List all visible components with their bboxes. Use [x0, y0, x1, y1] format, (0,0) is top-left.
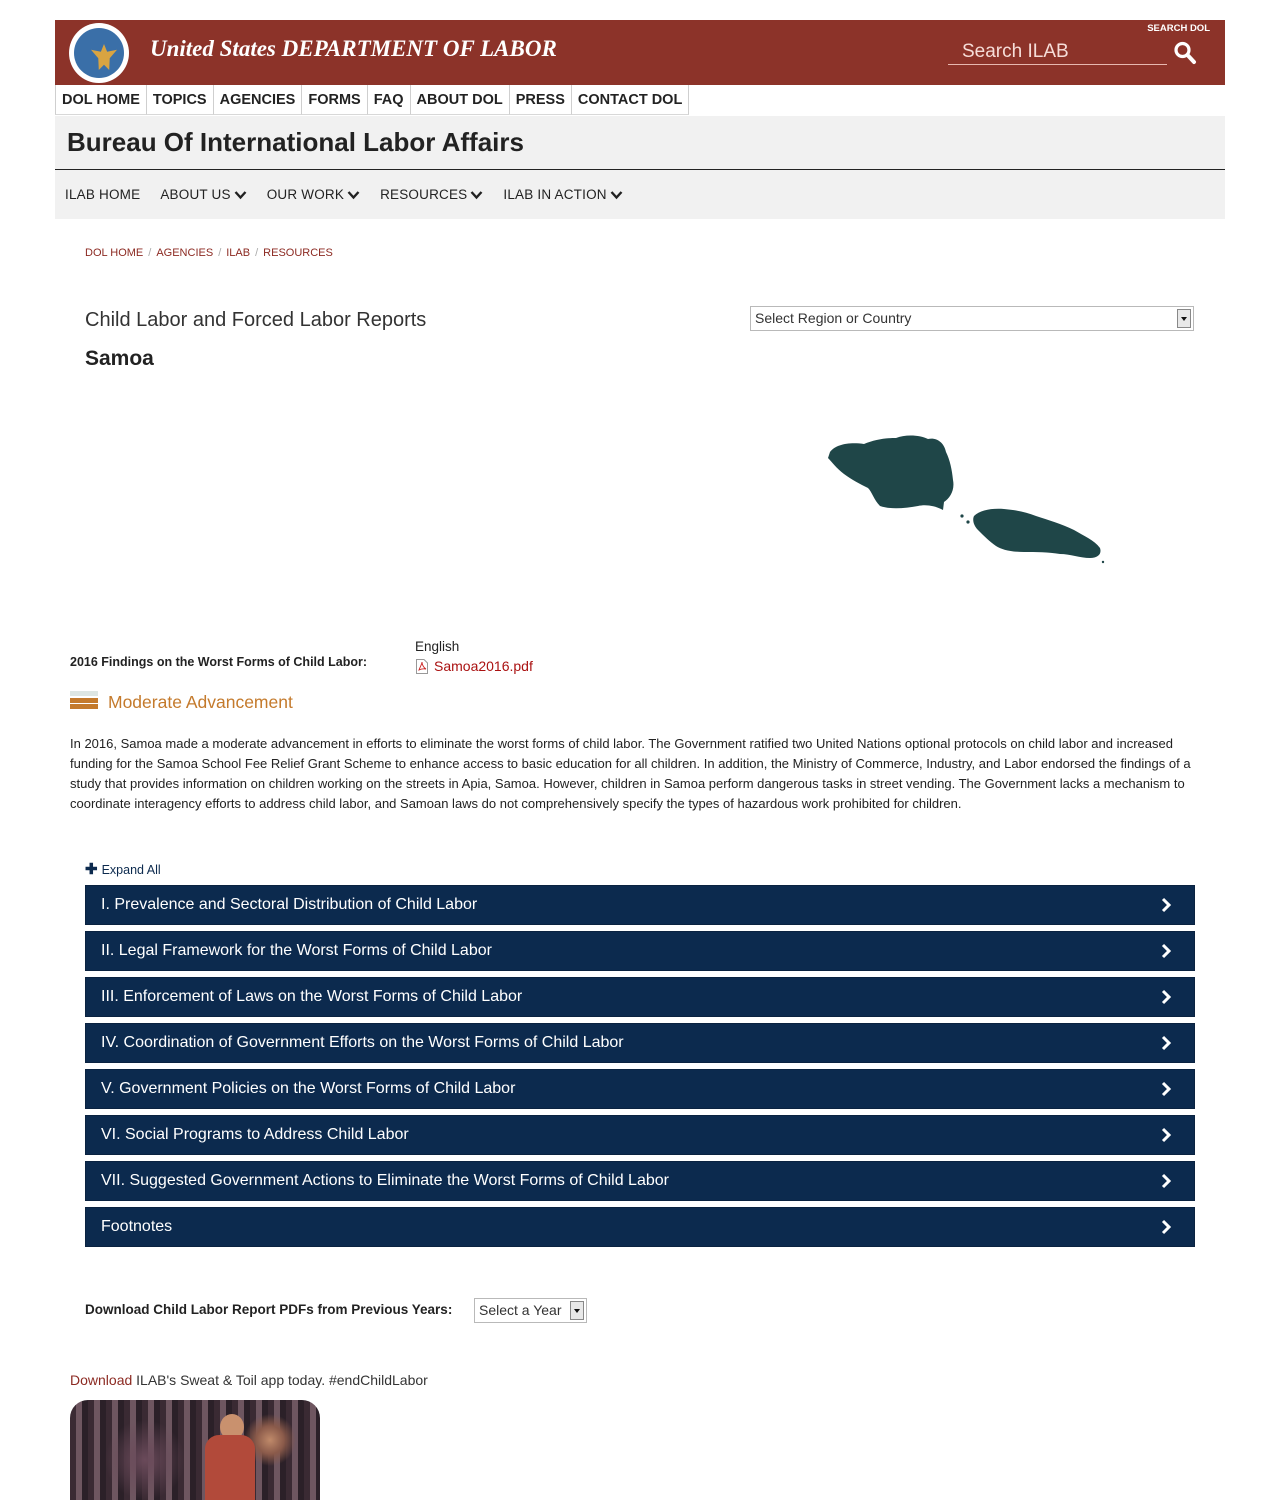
- chevron-right-icon: [1161, 1173, 1172, 1189]
- section-title: IV. Coordination of Government Efforts o…: [101, 1034, 624, 1051]
- region-country-select[interactable]: Select Region or Country: [750, 306, 1194, 331]
- top-nav-press[interactable]: PRESS: [509, 85, 572, 115]
- dol-seal-logo[interactable]: [69, 23, 129, 83]
- seal-inner: [74, 28, 124, 78]
- samoa-map: [828, 435, 1105, 564]
- section-title: Footnotes: [101, 1218, 173, 1235]
- sub-nav-label: ILAB IN ACTION: [503, 187, 607, 202]
- accordion-section-6[interactable]: VI. Social Programs to Address Child Lab…: [85, 1115, 1195, 1155]
- chevron-down-icon: [610, 190, 623, 199]
- bureau-title: Bureau Of International Labor Affairs: [55, 116, 1225, 170]
- eagle-icon: [91, 44, 117, 70]
- site-wrapper: United States DEPARTMENT OF LABOR SEARCH…: [55, 20, 1225, 219]
- sub-nav-label: ILAB HOME: [65, 187, 141, 202]
- plus-icon: ✚: [85, 861, 98, 878]
- accordion-section-4[interactable]: IV. Coordination of Government Efforts o…: [85, 1023, 1195, 1063]
- breadcrumb-dol-home[interactable]: DOL HOME: [85, 247, 143, 259]
- country-name: Samoa: [85, 347, 154, 370]
- chevron-right-icon: [1161, 989, 1172, 1005]
- search-icon: [1174, 41, 1196, 64]
- chevron-down-icon: [471, 190, 483, 199]
- sub-nav-our-work[interactable]: OUR WORK: [267, 187, 360, 202]
- search-button[interactable]: [1173, 40, 1197, 66]
- sub-nav-label: RESOURCES: [380, 187, 468, 202]
- advancement-level-icon: [70, 691, 98, 711]
- previous-years-label: Download Child Labor Report PDFs from Pr…: [85, 1302, 453, 1317]
- top-nav-agencies[interactable]: AGENCIES: [213, 85, 303, 115]
- report-language: English: [415, 639, 460, 654]
- expand-all-label: Expand All: [101, 863, 161, 877]
- chevron-right-icon: [1161, 1035, 1172, 1051]
- page-title: Child Labor and Forced Labor Reports: [85, 309, 427, 331]
- summary-paragraph: In 2016, Samoa made a moderate advanceme…: [70, 736, 1191, 811]
- chevron-right-icon: [1161, 1219, 1172, 1235]
- sub-nav-resources[interactable]: RESOURCES: [380, 187, 483, 202]
- breadcrumb-separator: /: [255, 247, 259, 259]
- child-figure: [205, 1435, 255, 1500]
- sub-nav-ilab-in-action[interactable]: ILAB IN ACTION: [503, 187, 623, 202]
- chevron-down-icon: [234, 190, 247, 199]
- top-nav-topics[interactable]: TOPICS: [146, 85, 214, 115]
- dropdown-arrow-icon: [570, 1301, 584, 1320]
- top-nav: DOL HOME TOPICS AGENCIES FORMS FAQ ABOUT…: [55, 85, 1225, 115]
- section-title: VI. Social Programs to Address Child Lab…: [101, 1126, 409, 1143]
- breadcrumb: DOL HOME / AGENCIES / ILAB / RESOURCES: [85, 247, 333, 259]
- top-nav-forms[interactable]: FORMS: [302, 85, 368, 115]
- chevron-down-icon: [347, 190, 360, 199]
- agency-name[interactable]: United States DEPARTMENT OF LABOR: [150, 36, 557, 62]
- top-nav-faq[interactable]: FAQ: [367, 85, 411, 115]
- breadcrumb-agencies[interactable]: AGENCIES: [156, 247, 213, 259]
- top-nav-about-dol[interactable]: ABOUT DOL: [410, 85, 510, 115]
- dropdown-arrow-icon: [1177, 309, 1191, 328]
- section-title: V. Government Policies on the Worst Form…: [101, 1080, 516, 1097]
- assessment-label: Moderate Advancement: [108, 692, 293, 712]
- app-promo-text: ILAB's Sweat & Toil app today. #endChild…: [132, 1372, 428, 1388]
- breadcrumb-ilab[interactable]: ILAB: [226, 247, 250, 259]
- app-promo: Download ILAB's Sweat & Toil app today. …: [70, 1372, 428, 1388]
- region-select-value: Select Region or Country: [755, 310, 912, 326]
- chevron-right-icon: [1161, 1127, 1172, 1143]
- section-title: III. Enforcement of Laws on the Worst Fo…: [101, 988, 523, 1005]
- accordion-section-7[interactable]: VII. Suggested Government Actions to Eli…: [85, 1161, 1195, 1201]
- sub-nav-ilab-home[interactable]: ILAB HOME: [65, 187, 140, 202]
- site-header: United States DEPARTMENT OF LABOR SEARCH…: [55, 20, 1225, 85]
- accordion-section-2[interactable]: II. Legal Framework for the Worst Forms …: [85, 931, 1195, 971]
- section-title: VII. Suggested Government Actions to Eli…: [101, 1172, 669, 1189]
- breadcrumb-separator: /: [218, 247, 222, 259]
- search-dol-label[interactable]: SEARCH DOL: [1147, 23, 1210, 34]
- upolu-island: [973, 508, 1101, 558]
- breadcrumb-separator: /: [148, 247, 152, 259]
- year-select-value: Select a Year: [479, 1302, 562, 1318]
- chevron-right-icon: [1161, 897, 1172, 913]
- chevron-right-icon: [1161, 943, 1172, 959]
- pdf-icon: [416, 658, 428, 674]
- pdf-file-name: Samoa2016.pdf: [434, 658, 533, 674]
- sub-nav-label: ABOUT US: [160, 187, 231, 202]
- accordion-section-3[interactable]: III. Enforcement of Laws on the Worst Fo…: [85, 977, 1195, 1017]
- accordion-section-5[interactable]: V. Government Policies on the Worst Form…: [85, 1069, 1195, 1109]
- year-select[interactable]: Select a Year: [474, 1298, 587, 1323]
- savaii-island: [828, 435, 954, 510]
- sub-nav-label: OUR WORK: [266, 187, 345, 202]
- accordion-section-1[interactable]: I. Prevalence and Sectoral Distribution …: [85, 885, 1195, 925]
- search-input[interactable]: [948, 40, 1167, 65]
- top-nav-dol-home[interactable]: DOL HOME: [55, 85, 147, 115]
- sweat-and-toil-app-image[interactable]: [70, 1400, 320, 1500]
- pdf-download-link[interactable]: Samoa2016.pdf: [416, 658, 533, 674]
- sub-nav-about-us[interactable]: ABOUT US: [160, 187, 247, 202]
- chevron-right-icon: [1161, 1081, 1172, 1097]
- breadcrumb-resources[interactable]: RESOURCES: [263, 247, 333, 259]
- section-title: II. Legal Framework for the Worst Forms …: [101, 942, 492, 959]
- accordion-section-footnotes[interactable]: Footnotes: [85, 1207, 1195, 1247]
- expand-all-button[interactable]: ✚ Expand All: [85, 861, 161, 878]
- top-nav-contact-dol[interactable]: CONTACT DOL: [571, 85, 690, 115]
- findings-label: 2016 Findings on the Worst Forms of Chil…: [70, 655, 368, 669]
- report-sections-accordion: I. Prevalence and Sectoral Distribution …: [85, 885, 1195, 1253]
- sub-nav: ILAB HOME ABOUT US OUR WORK RESOURCES IL…: [55, 170, 1225, 219]
- app-download-link[interactable]: Download: [70, 1372, 132, 1388]
- section-title: I. Prevalence and Sectoral Distribution …: [101, 896, 478, 913]
